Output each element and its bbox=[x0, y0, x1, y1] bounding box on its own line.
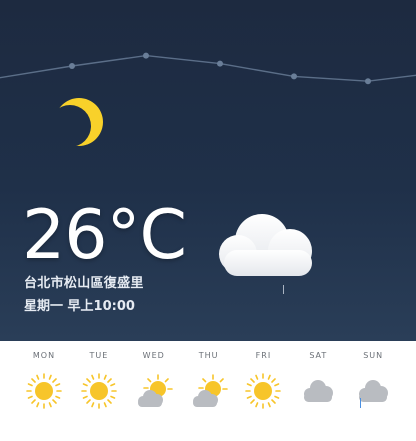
location-label: 台北市松山區復盛里 bbox=[24, 276, 144, 291]
moon-icon bbox=[55, 98, 103, 146]
forecast-day-sat[interactable]: SAT bbox=[290, 341, 345, 441]
forecast-day-mon[interactable]: MON bbox=[16, 341, 71, 441]
sun-cloud-icon bbox=[192, 374, 228, 407]
sun-icon bbox=[245, 373, 282, 409]
current-weather-panel: 26°C 台北市松山區復盛里 星期一 早上10:00 bbox=[0, 0, 416, 341]
forecast-day-tue[interactable]: TUE bbox=[71, 341, 126, 441]
sun-icon bbox=[26, 373, 62, 409]
forecast-day-wed[interactable]: WED bbox=[126, 341, 181, 441]
sun-icon bbox=[81, 373, 117, 409]
trend-point bbox=[69, 63, 75, 69]
rain-indicator-icon bbox=[360, 398, 361, 408]
forecast-day-thu[interactable]: THU bbox=[181, 341, 236, 441]
day-label: MON bbox=[32, 351, 56, 360]
day-label: FRI bbox=[255, 351, 272, 360]
day-label: SUN bbox=[363, 351, 384, 360]
forecast-day-fri[interactable]: FRI bbox=[235, 341, 290, 441]
cloud-icon bbox=[219, 214, 312, 276]
day-label: WED bbox=[142, 351, 165, 360]
day-label: THU bbox=[198, 351, 219, 360]
day-label: SAT bbox=[309, 351, 328, 360]
trend-point bbox=[365, 78, 371, 85]
trend-point bbox=[143, 52, 149, 59]
sun-cloud-icon bbox=[137, 374, 173, 407]
trend-point bbox=[291, 73, 297, 80]
datetime-label: 星期一 早上10:00 bbox=[24, 299, 135, 314]
day-label: TUE bbox=[89, 351, 109, 360]
trend-point bbox=[217, 60, 223, 67]
rain-drop-icon bbox=[283, 285, 284, 294]
forecast-day-sun[interactable]: SUN bbox=[345, 341, 400, 441]
weekly-forecast: MON TUE WED THU FRI SAT SUN bbox=[0, 341, 416, 441]
current-temperature: 26°C bbox=[22, 196, 187, 275]
cloud-icon bbox=[304, 380, 334, 402]
